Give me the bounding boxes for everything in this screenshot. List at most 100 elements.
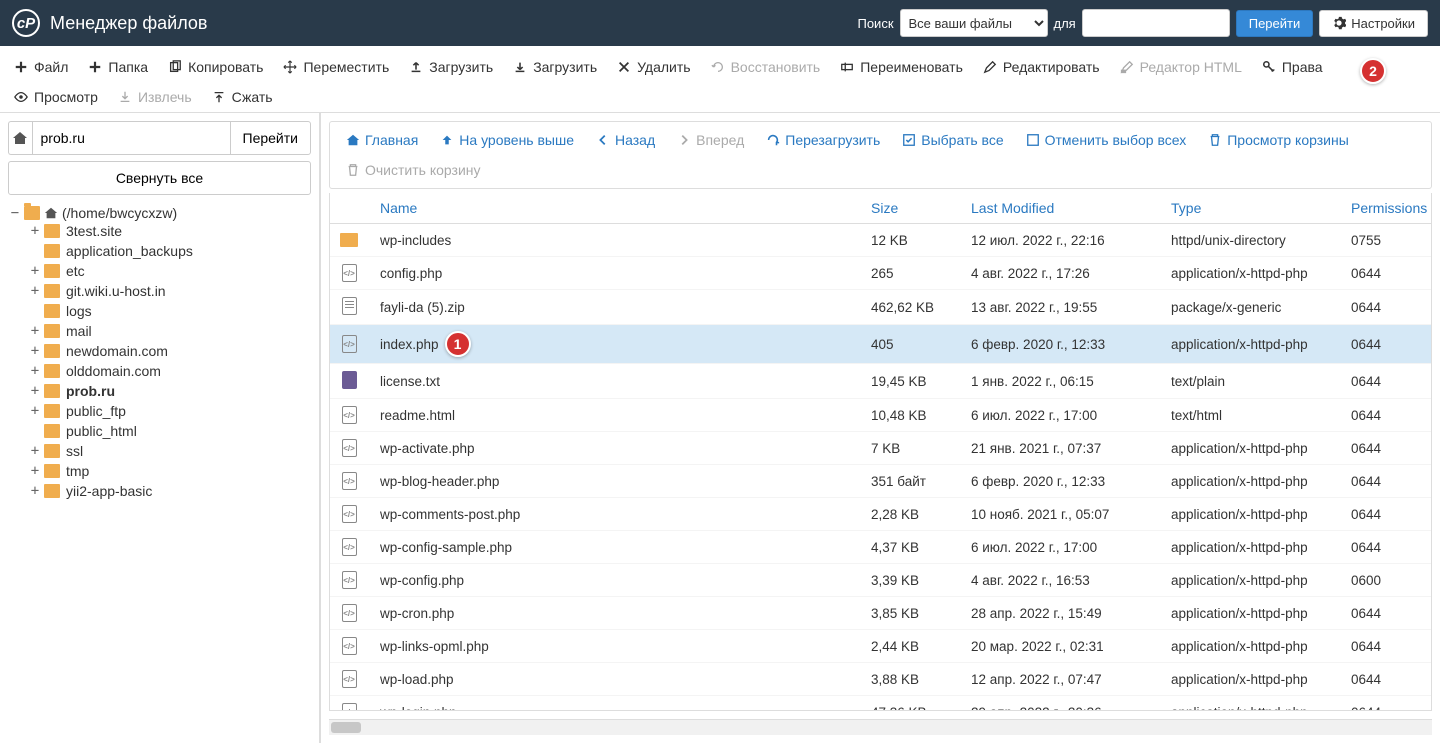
table-row[interactable]: license.txt 19,45 KB 1 янв. 2022 г., 06:… — [330, 364, 1431, 399]
col-name[interactable]: Name — [370, 193, 861, 223]
collapse-toggle-icon[interactable]: − — [8, 205, 22, 221]
nav-deselect-button[interactable]: Отменить выбор всех — [1016, 126, 1197, 154]
tree-item[interactable]: + newdomain.com — [28, 343, 311, 359]
expand-toggle-icon[interactable]: + — [28, 483, 42, 499]
table-row[interactable]: fayli-da (5).zip 462,62 KB 13 авг. 2022 … — [330, 290, 1431, 325]
edit-button[interactable]: Редактировать — [973, 52, 1110, 82]
expand-toggle-icon[interactable]: + — [28, 403, 42, 419]
file-button[interactable]: Файл — [4, 52, 78, 82]
up-icon — [440, 133, 454, 147]
download-button[interactable]: Загрузить — [503, 52, 607, 82]
folder-icon — [44, 344, 60, 358]
table-row[interactable]: </> wp-login.php 47,36 KB 29 апр. 2022 г… — [330, 696, 1431, 711]
tree-item[interactable]: + olddomain.com — [28, 363, 311, 379]
expand-toggle-icon[interactable]: + — [28, 223, 42, 239]
expand-toggle-icon[interactable]: + — [28, 323, 42, 339]
path-input[interactable] — [32, 121, 230, 155]
tree-item[interactable]: + mail — [28, 323, 311, 339]
annotation-callout-2: 2 — [1360, 58, 1386, 84]
folder-icon — [44, 224, 60, 238]
table-row[interactable]: </> wp-config.php 3,39 KB 4 авг. 2022 г.… — [330, 564, 1431, 597]
extract-button: Извлечь — [108, 82, 202, 112]
gear-icon — [1332, 16, 1346, 30]
tree-item[interactable]: + yii2-app-basic — [28, 483, 311, 499]
rename-button[interactable]: Переименовать — [830, 52, 973, 82]
tree-item[interactable]: application_backups — [28, 243, 311, 259]
file-modified: 1 янв. 2022 г., 06:15 — [961, 368, 1161, 395]
nav-viewtrash-button[interactable]: Просмотр корзины — [1198, 126, 1359, 154]
tree-item[interactable]: + etc — [28, 263, 311, 279]
file-permissions: 0644 — [1341, 666, 1431, 693]
compress-icon — [212, 90, 226, 104]
nav-selectall-button[interactable]: Выбрать все — [892, 126, 1013, 154]
perms-button[interactable]: Права — [1252, 52, 1333, 82]
delete-button[interactable]: Удалить — [607, 52, 700, 82]
expand-toggle-icon[interactable]: + — [28, 343, 42, 359]
search-scope-select[interactable]: Все ваши файлы — [900, 9, 1048, 37]
col-permissions[interactable]: Permissions — [1341, 193, 1431, 223]
col-modified[interactable]: Last Modified — [961, 193, 1161, 223]
upload-button[interactable]: Загрузить — [399, 52, 503, 82]
search-input[interactable] — [1082, 9, 1230, 37]
expand-toggle-icon[interactable]: + — [28, 463, 42, 479]
table-row[interactable]: </> wp-activate.php 7 KB 21 янв. 2021 г.… — [330, 432, 1431, 465]
move-button[interactable]: Переместить — [273, 52, 399, 82]
home-icon — [346, 133, 360, 147]
folder-button[interactable]: Папка — [78, 52, 158, 82]
compress-button[interactable]: Сжать — [202, 82, 283, 112]
tree-item[interactable]: + public_ftp — [28, 403, 311, 419]
tree-item[interactable]: + 3test.site — [28, 223, 311, 239]
tree-item[interactable]: logs — [28, 303, 311, 319]
nav-back-button[interactable]: Назад — [586, 126, 665, 154]
restore-button: Восстановить — [701, 52, 831, 82]
tree-item[interactable]: + ssl — [28, 443, 311, 459]
file-size: 47,36 KB — [861, 699, 961, 712]
search-go-button[interactable]: Перейти — [1236, 10, 1314, 37]
expand-toggle-icon[interactable]: + — [28, 383, 42, 399]
collapse-all-button[interactable]: Свернуть все — [8, 161, 311, 195]
tree-item[interactable]: + prob.ru — [28, 383, 311, 399]
view-button[interactable]: Просмотр — [4, 82, 108, 112]
file-type: text/plain — [1161, 368, 1341, 395]
settings-button[interactable]: Настройки — [1319, 10, 1428, 37]
col-type[interactable]: Type — [1161, 193, 1341, 223]
nav-home-button[interactable]: Главная — [336, 126, 428, 154]
table-row[interactable]: </> wp-load.php 3,88 KB 12 апр. 2022 г.,… — [330, 663, 1431, 696]
path-go-button[interactable]: Перейти — [230, 121, 311, 155]
table-row[interactable]: </> wp-links-opml.php 2,44 KB 20 мар. 20… — [330, 630, 1431, 663]
table-row[interactable]: </> readme.html 10,48 KB 6 июл. 2022 г.,… — [330, 399, 1431, 432]
file-size: 19,45 KB — [861, 368, 961, 395]
table-row[interactable]: </> index.php1 405 6 февр. 2020 г., 12:3… — [330, 325, 1431, 364]
table-row[interactable]: wp-includes 12 KB 12 июл. 2022 г., 22:16… — [330, 224, 1431, 257]
expand-toggle-icon[interactable]: + — [28, 283, 42, 299]
expand-toggle-icon[interactable]: + — [28, 363, 42, 379]
code-file-icon: </> — [342, 670, 357, 688]
tree-item[interactable]: public_html — [28, 423, 311, 439]
nav-up-button[interactable]: На уровень выше — [430, 126, 584, 154]
file-type: text/html — [1161, 402, 1341, 429]
copy-button[interactable]: Копировать — [158, 52, 273, 82]
file-type: application/x-httpd-php — [1161, 435, 1341, 462]
col-size[interactable]: Size — [861, 193, 961, 223]
tree-item[interactable]: + git.wiki.u-host.in — [28, 283, 311, 299]
table-row[interactable]: </> wp-comments-post.php 2,28 KB 10 нояб… — [330, 498, 1431, 531]
expand-toggle-icon[interactable]: + — [28, 263, 42, 279]
folder-icon — [44, 404, 60, 418]
file-type: application/x-httpd-php — [1161, 468, 1341, 495]
home-button[interactable] — [8, 121, 32, 155]
nav-reload-button[interactable]: Перезагрузить — [756, 126, 890, 154]
horizontal-scrollbar[interactable] — [329, 719, 1432, 735]
uncheck-icon — [1026, 133, 1040, 147]
tree-root-item[interactable]: − (/home/bwcycxzw) — [8, 205, 311, 221]
main-area: Перейти Свернуть все − (/home/bwcycxzw) … — [0, 113, 1440, 743]
table-row[interactable]: </> config.php 265 4 авг. 2022 г., 17:26… — [330, 257, 1431, 290]
file-size: 10,48 KB — [861, 402, 961, 429]
table-row[interactable]: </> wp-blog-header.php 351 байт 6 февр. … — [330, 465, 1431, 498]
nav-emptytrash-button: Очистить корзину — [336, 156, 491, 184]
table-row[interactable]: </> wp-config-sample.php 4,37 KB 6 июл. … — [330, 531, 1431, 564]
table-row[interactable]: </> wp-cron.php 3,85 KB 28 апр. 2022 г.,… — [330, 597, 1431, 630]
tree-item[interactable]: + tmp — [28, 463, 311, 479]
expand-toggle-icon[interactable]: + — [28, 443, 42, 459]
file-permissions: 0644 — [1341, 368, 1431, 395]
edit-icon — [983, 60, 997, 74]
